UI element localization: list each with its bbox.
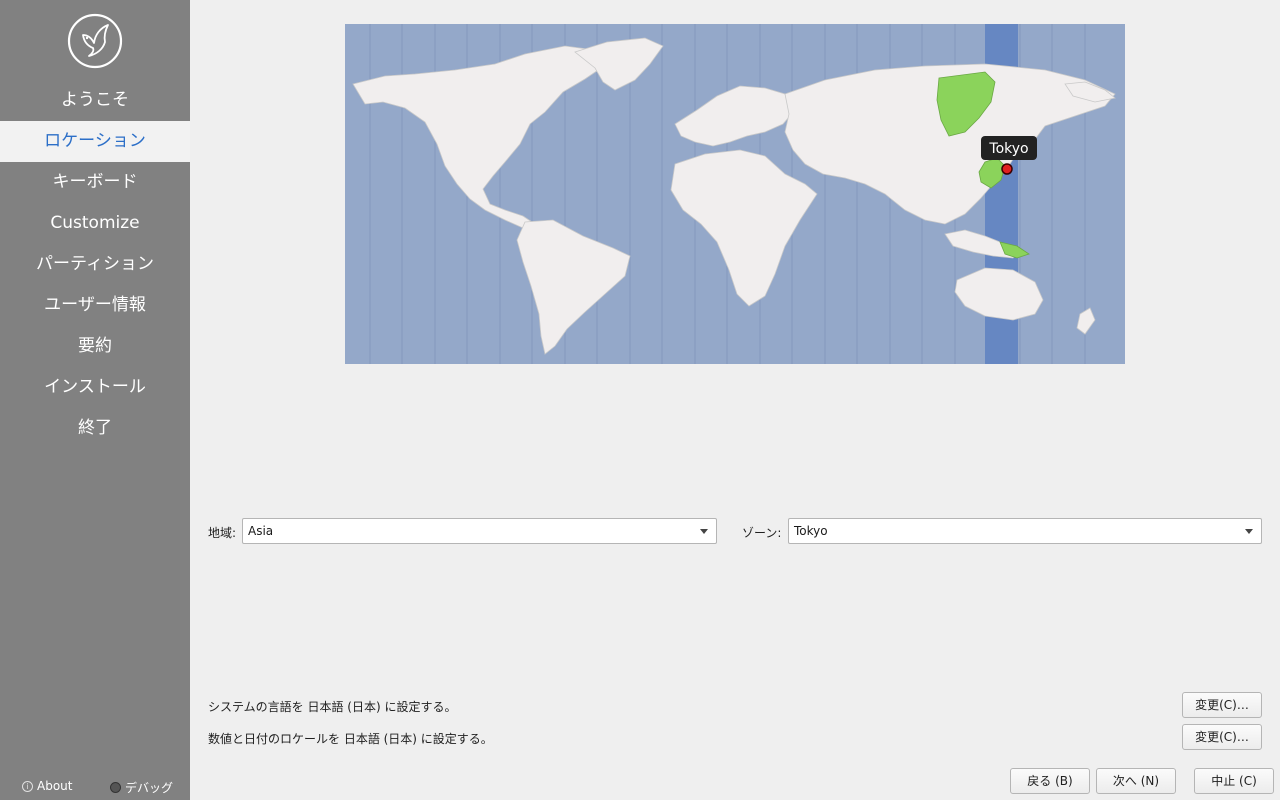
back-button[interactable]: 戻る (B) bbox=[1010, 768, 1090, 794]
chevron-down-icon bbox=[700, 529, 708, 534]
sidebar: ようこそ ロケーション キーボード Customize パーティション ユーザー… bbox=[0, 0, 190, 800]
city-tooltip: Tokyo bbox=[981, 136, 1037, 160]
region-value: Asia bbox=[248, 524, 274, 538]
sidebar-item-welcome[interactable]: ようこそ bbox=[0, 80, 190, 121]
chevron-down-icon bbox=[1245, 529, 1253, 534]
change-format-button[interactable]: 変更(C)… bbox=[1182, 724, 1262, 750]
sidebar-item-users[interactable]: ユーザー情報 bbox=[0, 285, 190, 326]
debug-button[interactable]: デバッグ bbox=[110, 779, 173, 796]
debug-label: デバッグ bbox=[125, 781, 174, 795]
dove-icon bbox=[67, 13, 123, 69]
zone-select[interactable]: Tokyo bbox=[788, 518, 1262, 544]
city-tooltip-label: Tokyo bbox=[988, 141, 1028, 157]
sidebar-item-keyboard[interactable]: キーボード bbox=[0, 162, 190, 203]
zone-label: ゾーン: bbox=[742, 526, 782, 540]
locale-format-text: 数値と日付のロケールを 日本語 (日本) に設定する。 bbox=[208, 732, 493, 746]
sidebar-footer: i About デバッグ bbox=[0, 776, 190, 798]
cancel-button[interactable]: 中止 (C) bbox=[1194, 768, 1274, 794]
sidebar-item-finish[interactable]: 終了 bbox=[0, 408, 190, 449]
sidebar-item-partitions[interactable]: パーティション bbox=[0, 244, 190, 285]
zone-value: Tokyo bbox=[794, 524, 828, 538]
about-button[interactable]: i About bbox=[22, 779, 72, 793]
region-select[interactable]: Asia bbox=[242, 518, 717, 544]
system-language-text: システムの言語を 日本語 (日本) に設定する。 bbox=[208, 700, 457, 714]
info-icon: i bbox=[22, 780, 33, 792]
next-button[interactable]: 次へ (N) bbox=[1096, 768, 1176, 794]
about-label: About bbox=[37, 779, 73, 793]
sidebar-item-customize[interactable]: Customize bbox=[0, 203, 190, 244]
timezone-map[interactable]: Tokyo bbox=[345, 24, 1125, 364]
region-label: 地域: bbox=[208, 526, 237, 540]
sidebar-item-install[interactable]: インストール bbox=[0, 367, 190, 408]
change-language-button[interactable]: 変更(C)… bbox=[1182, 692, 1262, 718]
bug-icon bbox=[110, 782, 121, 793]
sidebar-item-summary[interactable]: 要約 bbox=[0, 326, 190, 367]
sidebar-item-location[interactable]: ロケーション bbox=[0, 121, 190, 162]
city-marker-icon[interactable] bbox=[1001, 163, 1013, 175]
